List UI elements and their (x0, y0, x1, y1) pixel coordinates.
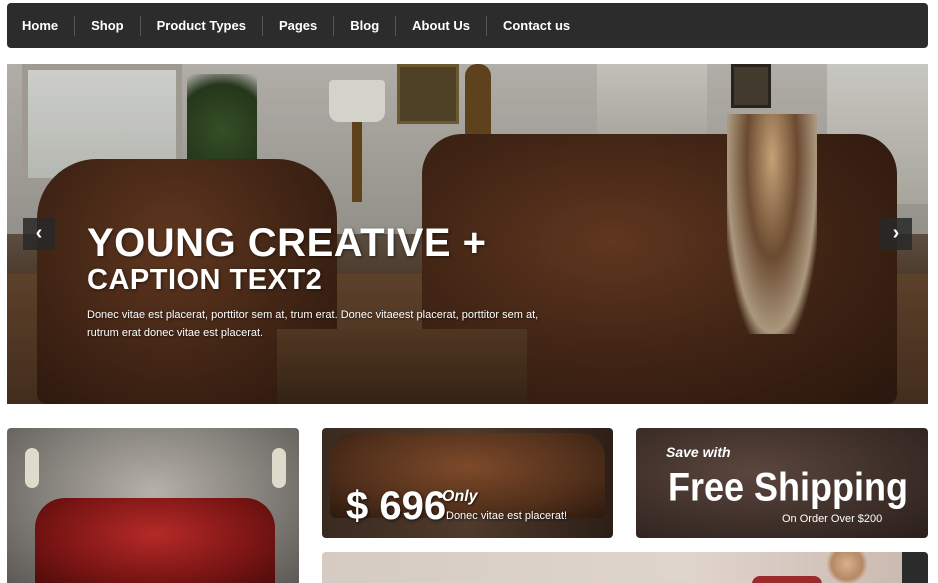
banner-price[interactable]: $ 696 Only Donec vitae est placerat! (322, 428, 613, 538)
nav-item-shop[interactable]: Shop (75, 15, 141, 36)
banner-image-sconce (25, 448, 39, 488)
nav-item-pages[interactable]: Pages (263, 15, 335, 36)
nav-item-blog[interactable]: Blog (334, 15, 397, 36)
banner-red-sofa[interactable] (7, 428, 299, 583)
banner-image-person (827, 552, 867, 583)
nav-item-contact-us[interactable]: Contact us (487, 16, 586, 36)
price-label: $ 696 (346, 484, 447, 528)
caption-text: Donec vitae est placerat, porttitor sem … (87, 309, 539, 339)
caption-subtitle: CAPTION TEXT2 (87, 264, 323, 296)
banner-image-red-chair (752, 576, 822, 583)
save-with-label: Save with (666, 444, 731, 460)
banner-image-red-sofa (35, 498, 275, 583)
hero-slider: YOUNG CREATIVE + CAPTION TEXT2 Donec vit… (7, 64, 928, 404)
nav-item-home[interactable]: Home (7, 15, 76, 36)
chevron-right-icon: › (892, 222, 900, 244)
banner-wide[interactable] (322, 552, 928, 583)
free-shipping-headline: Free Shipping (668, 464, 909, 510)
slider-next-button[interactable]: › (880, 218, 912, 250)
nav-item-about-us[interactable]: About Us (396, 15, 487, 36)
banner-free-shipping[interactable]: Save with Free Shipping On Order Over $2… (636, 428, 928, 538)
only-label: Only (442, 488, 478, 505)
shipping-condition: On Order Over $200 (782, 513, 883, 525)
slider-prev-button[interactable]: ‹ (23, 218, 55, 250)
caption-title: YOUNG CREATIVE + (87, 221, 487, 265)
nav-item-product-types[interactable]: Product Types (141, 15, 263, 36)
main-nav: Home Shop Product Types Pages Blog About… (7, 3, 928, 48)
price-description: Donec vitae est placerat! (446, 510, 568, 522)
slide-caption: YOUNG CREATIVE + CAPTION TEXT2 Donec vit… (87, 222, 547, 342)
banner-image-sconce (272, 448, 286, 488)
banner-image-corner (902, 552, 928, 583)
chevron-left-icon: ‹ (35, 222, 43, 244)
